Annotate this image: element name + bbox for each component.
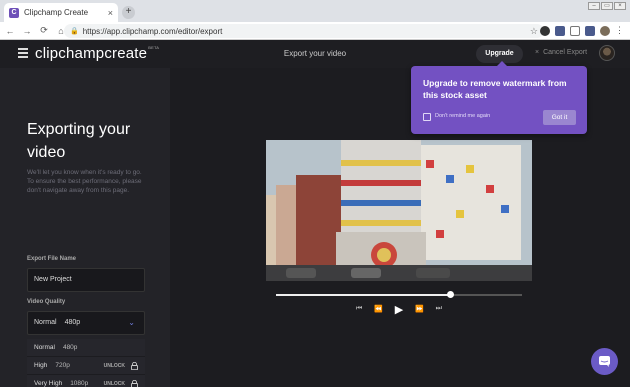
address-bar: ← → ⟳ ⌂ 🔒 https://app.clipchamp.com/edit… [0, 22, 630, 40]
quality-option-very-high[interactable]: Very High 1080p UNLOCK [27, 375, 145, 387]
browser-tab[interactable]: C Clipchamp Create × [4, 3, 118, 22]
got-it-button[interactable]: Got it [543, 110, 576, 125]
exporting-heading: Exporting your video [27, 121, 131, 161]
video-preview[interactable] [266, 140, 532, 281]
profile-avatar[interactable] [600, 25, 610, 36]
popover-title: Upgrade to remove watermark from this st… [423, 78, 567, 100]
extension-icon[interactable] [555, 25, 565, 36]
video-quality-select[interactable]: Normal 480p ⌄ [27, 311, 145, 335]
close-icon: × [535, 49, 540, 56]
progress-fill [276, 294, 451, 296]
unlock-label: UNLOCK [103, 363, 125, 369]
export-settings-panel: Exporting your video We'll let you know … [0, 68, 170, 387]
browser-tabstrip: C Clipchamp Create × + – ▭ × [0, 0, 630, 22]
new-tab-button[interactable]: + [122, 6, 135, 19]
window-controls: – ▭ × [588, 2, 626, 10]
url-field[interactable]: 🔒 https://app.clipchamp.com/editor/expor… [64, 24, 544, 38]
tab-title: Clipchamp Create [24, 8, 89, 17]
app-header: clipchampcreateBETA Export your video Up… [0, 40, 630, 68]
dont-remind-label[interactable]: Don't remind me again [435, 113, 490, 119]
tab-close-icon[interactable]: × [108, 8, 113, 18]
cancel-export-button[interactable]: × Cancel Export [535, 49, 587, 56]
url-text: https://app.clipchamp.com/editor/export [82, 26, 223, 36]
chat-icon [599, 356, 610, 367]
rewind-icon[interactable]: ⏪ [374, 305, 383, 313]
skip-to-start-icon[interactable]: ⏮ [356, 305, 362, 313]
bookmark-star-icon[interactable]: ☆ [530, 26, 538, 37]
quality-options-list: Normal 480p High 720p UNLOCK Very High 1080… [27, 339, 145, 387]
unlock-label: UNLOCK [103, 381, 125, 387]
user-avatar[interactable] [599, 45, 615, 61]
skip-to-end-icon[interactable]: ⏭ [436, 305, 442, 313]
exporting-subtext: We'll let you know when it's ready to go… [27, 169, 142, 194]
chevron-down-icon: ⌄ [128, 318, 135, 327]
extension-icon[interactable] [570, 25, 580, 36]
browser-menu-icon[interactable]: ⋮ [615, 25, 624, 36]
lock-icon [131, 362, 138, 370]
chat-support-button[interactable] [591, 348, 618, 375]
playback-progress-bar[interactable] [276, 291, 522, 298]
minimize-window-button[interactable]: – [588, 2, 600, 10]
extensions-bar: ⋮ [540, 25, 624, 36]
maximize-window-button[interactable]: ▭ [601, 2, 613, 10]
quality-option-normal[interactable]: Normal 480p [27, 339, 145, 357]
reload-button[interactable]: ⟳ [37, 25, 51, 36]
dont-remind-checkbox[interactable] [423, 113, 431, 121]
quality-option-high[interactable]: High 720p UNLOCK [27, 357, 145, 375]
video-frame-image [266, 140, 532, 281]
video-quality-label: Video Quality [27, 299, 66, 305]
file-name-input[interactable]: New Project [27, 268, 145, 292]
close-window-button[interactable]: × [614, 2, 626, 10]
play-icon[interactable]: ▶ [395, 303, 403, 316]
lock-icon [131, 380, 138, 387]
back-button[interactable]: ← [3, 26, 17, 36]
playback-controls: ⏮ ⏪ ▶ ⏩ ⏭ [356, 302, 442, 316]
secure-lock-icon: 🔒 [70, 28, 79, 35]
clipchamp-favicon-icon: C [9, 7, 19, 18]
forward-button[interactable]: → [20, 26, 34, 36]
extension-icon[interactable] [585, 25, 595, 36]
extension-icon[interactable] [540, 25, 550, 36]
fast-forward-icon[interactable]: ⏩ [415, 305, 424, 313]
file-name-label: Export File Name [27, 256, 77, 262]
